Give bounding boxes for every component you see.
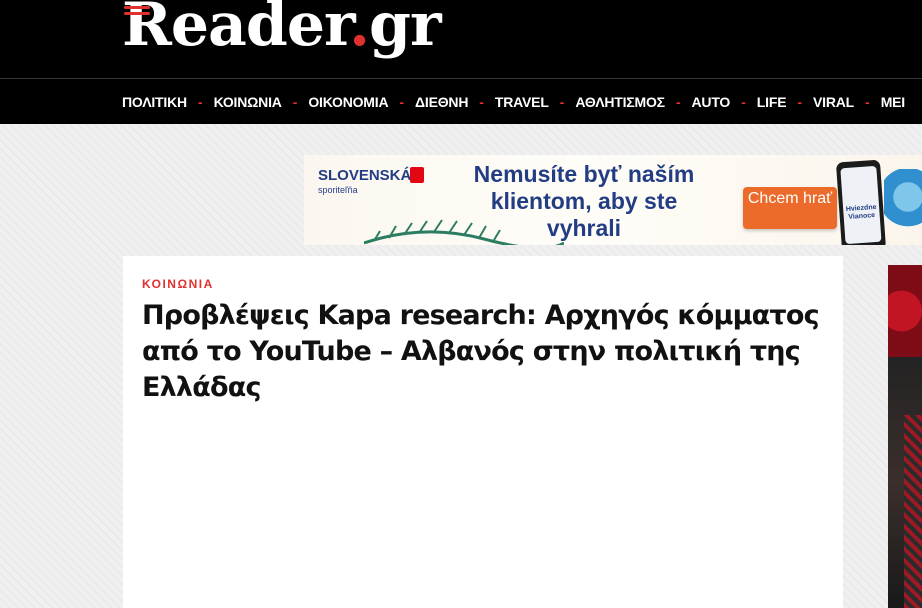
site-logo[interactable]: Reader.gr	[122, 0, 442, 64]
logo-tld: gr	[369, 0, 442, 60]
nav-item-more[interactable]: ΜΕΙ	[881, 94, 905, 110]
logo-lines-icon	[124, 6, 150, 22]
nav-item-viral[interactable]: VIRAL	[813, 94, 854, 110]
bank-logo-icon	[410, 167, 424, 183]
nav-item-life[interactable]: LIFE	[757, 94, 787, 110]
nav-separator: -	[675, 94, 681, 110]
site-header: Reader.gr	[0, 0, 922, 78]
nav-item-oikonomia[interactable]: ΟΙΚΟΝΟΜΙΑ	[308, 94, 388, 110]
nav-separator: -	[797, 94, 802, 110]
main-navigation: ΠΟΛΙΤΙΚΗ - ΚΟΙΝΩΝΙΑ - ΟΙΚΟΝΟΜΙΑ - ΔΙΕΘΝΗ…	[0, 78, 922, 124]
article-category-link[interactable]: ΚΟΙΝΩΝΙΑ	[142, 277, 214, 291]
side-advertisement[interactable]	[888, 265, 922, 608]
logo-main: Reader	[122, 0, 350, 60]
nav-separator: -	[865, 94, 870, 110]
nav-separator: -	[559, 94, 565, 110]
nav-list: ΠΟΛΙΤΙΚΗ - ΚΟΙΝΩΝΙΑ - ΟΙΚΟΝΟΜΙΑ - ΔΙΕΘΝΗ…	[122, 79, 905, 124]
article-card: ΚΟΙΝΩΝΙΑ Προβλέψεις Kapa research: Αρχηγ…	[123, 256, 843, 608]
nav-item-diethni[interactable]: ΔΙΕΘΝΗ	[415, 94, 468, 110]
banner-brand-name: SLOVENSKÁ	[318, 167, 412, 184]
nav-separator: -	[479, 94, 484, 110]
nav-separator: -	[292, 94, 298, 110]
side-ad-pattern	[904, 415, 922, 608]
logo-dot: .	[349, 0, 370, 60]
banner-cta-button[interactable]: Chcem hrať	[743, 187, 837, 229]
nav-item-athlitismos[interactable]: ΑΘΛΗΤΙΣΜΟΣ	[575, 94, 665, 110]
nav-item-auto[interactable]: AUTO	[692, 94, 731, 110]
nav-item-travel[interactable]: TRAVEL	[495, 94, 549, 110]
nav-separator: -	[741, 94, 746, 110]
nav-separator: -	[197, 94, 203, 110]
phone-illustration-icon: Hviezdne Vianoce	[835, 159, 887, 245]
nav-item-koinonia[interactable]: ΚΟΙΝΩΝΙΑ	[214, 94, 282, 110]
nav-item-politiki[interactable]: ΠΟΛΙΤΙΚΗ	[122, 94, 187, 110]
article-title: Προβλέψεις Kapa research: Αρχηγός κόμματ…	[142, 300, 820, 403]
banner-brand-sub: sporiteľňa	[318, 185, 358, 195]
advertisement-banner[interactable]: SLOVENSKÁ sporiteľňa Nemusíte byť naším …	[304, 155, 922, 245]
banner-headline: Nemusíte byť naším klientom, aby ste vyh…	[473, 161, 695, 241]
nav-separator: -	[399, 94, 405, 110]
mascot-illustration-icon	[884, 169, 922, 239]
phone-screen-text: Hviezdne Vianoce	[840, 165, 882, 245]
side-ad-image-top	[888, 265, 922, 357]
